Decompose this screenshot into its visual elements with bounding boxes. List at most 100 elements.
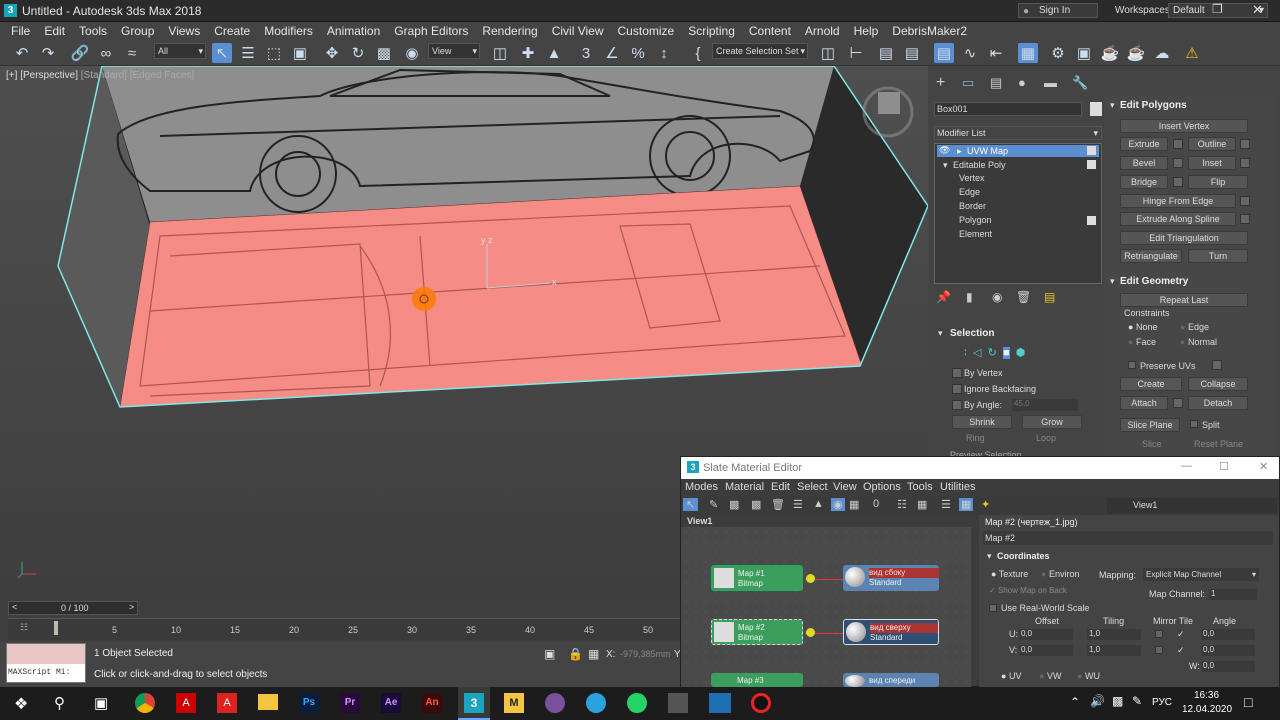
reference-coordinate-dropdown[interactable]: View ▾ (428, 43, 480, 59)
render-cloud-icon[interactable]: ☁ (1152, 43, 1172, 63)
task-view-icon[interactable]: ▣ (94, 694, 108, 712)
mapping-dropdown[interactable]: Explicit Map Channel ▾ (1143, 568, 1259, 581)
move-children-icon[interactable]: ☰ (793, 498, 803, 511)
stack-item-element[interactable]: Element (959, 229, 992, 239)
constraint-face-radio[interactable]: ● Face (1128, 337, 1156, 347)
menu-views[interactable]: Views (161, 22, 207, 40)
slate-menu-options[interactable]: Options (863, 481, 901, 493)
photoshop-icon[interactable]: Ps (299, 693, 319, 713)
warning-icon[interactable]: ⚠ (1182, 43, 1202, 63)
filter-icon[interactable]: ☷ (20, 622, 28, 633)
clock-date[interactable]: 12.04.2020 (1182, 704, 1232, 715)
menu-tools[interactable]: Tools (72, 22, 114, 40)
pick-material-icon[interactable]: ✎ (709, 498, 718, 511)
render-setup-icon[interactable]: ⚙ (1048, 43, 1068, 63)
schematic-view-icon[interactable]: ⇤ (986, 43, 1006, 63)
object-name-field[interactable]: Box001 (934, 102, 1082, 116)
move-icon[interactable]: ✥ (322, 43, 342, 63)
constraint-edge-radio[interactable]: ● Edge (1180, 322, 1209, 332)
u-tiling-spinner[interactable]: 1,0 (1087, 629, 1141, 640)
object-color-swatch[interactable] (1090, 102, 1102, 116)
create-button[interactable]: Create (1120, 377, 1182, 391)
select-tool-icon[interactable]: ↖ (683, 498, 699, 511)
menu-modifiers[interactable]: Modifiers (257, 22, 320, 40)
file-explorer-icon[interactable] (258, 694, 278, 710)
menu-debrismaker[interactable]: DebrisMaker2 (885, 22, 974, 40)
extrude-along-spline-button[interactable]: Extrude Along Spline (1120, 212, 1236, 226)
slate-menu-material[interactable]: Material (725, 481, 764, 493)
calculator-icon[interactable] (668, 693, 688, 713)
display-tab-icon[interactable]: ▬ (1044, 75, 1057, 90)
show-end-result-icon[interactable]: ▮ (966, 290, 973, 304)
extrude-spline-settings-icon[interactable] (1240, 214, 1250, 224)
modifier-list-dropdown[interactable]: Modifier List ▾ (934, 126, 1102, 140)
select-by-material-icon[interactable]: ✦ (981, 498, 990, 511)
w-angle-spinner[interactable]: 0,0 (1201, 661, 1255, 672)
tray-chevron-icon[interactable]: ⌃ (1070, 695, 1080, 709)
utilities-tab-icon[interactable]: 🔧 (1072, 75, 1088, 91)
stack-item-editable-poly[interactable]: ▾ Editable Poly (937, 159, 1099, 171)
configure-modifier-sets-icon[interactable]: ▤ (1044, 290, 1055, 304)
outline-settings-icon[interactable] (1240, 139, 1250, 149)
expand-icon[interactable]: ▸ (957, 145, 962, 157)
v-tile-checkbox[interactable]: ✓ (1177, 645, 1185, 656)
eye-icon[interactable]: 👁 (939, 144, 950, 156)
output-port-icon[interactable] (806, 574, 815, 583)
volume-icon[interactable]: 🔊 (1090, 694, 1105, 708)
by-vertex-checkbox[interactable] (952, 368, 962, 378)
attach-settings-icon[interactable] (1173, 398, 1183, 408)
preserve-uvs-checkbox[interactable] (1128, 361, 1136, 369)
ignore-backfacing-checkbox[interactable] (952, 384, 962, 394)
slate-menu-utilities[interactable]: Utilities (940, 481, 975, 493)
element-mode-icon[interactable]: ⬢ (1016, 347, 1026, 359)
vertex-mode-icon[interactable]: ∶ (964, 347, 967, 359)
sign-in-button[interactable]: ● Sign In (1018, 3, 1098, 18)
v-tiling-spinner[interactable]: 1,0 (1087, 645, 1141, 656)
next-frame-icon[interactable]: > (129, 602, 134, 612)
menu-scripting[interactable]: Scripting (681, 22, 742, 40)
parameter-editor-icon[interactable]: ▦ (959, 498, 974, 511)
render-iterative-icon[interactable]: ☕ (1126, 43, 1146, 63)
show-background-icon[interactable]: ▦ (849, 498, 859, 511)
modify-tab-icon[interactable]: ▭ (962, 75, 974, 91)
extrude-button[interactable]: Extrude (1120, 137, 1168, 151)
window-crossing-icon[interactable]: ▣ (290, 43, 310, 63)
menu-edit[interactable]: Edit (37, 22, 72, 40)
remove-modifier-icon[interactable]: 🗑 (1016, 290, 1031, 304)
material-id-icon[interactable]: 0 (873, 498, 879, 510)
curve-editor-icon[interactable]: ∿ (960, 43, 980, 63)
acrobat-icon[interactable]: A (176, 693, 196, 713)
make-unique-icon[interactable]: ◉ (992, 290, 1002, 304)
selection-lock-icon[interactable]: 🔒 (568, 647, 583, 661)
pin-stack-icon[interactable]: 📌 (936, 290, 951, 304)
edit-named-selection-icon[interactable]: { (688, 43, 708, 63)
extrude-settings-icon[interactable] (1173, 139, 1183, 149)
maximize-icon[interactable]: ❐ (1212, 2, 1223, 16)
stack-item-edge[interactable]: Edge (959, 187, 980, 197)
stack-item-border[interactable]: Border (959, 201, 986, 211)
wu-radio[interactable]: ● WU (1077, 671, 1100, 681)
after-effects-icon[interactable]: Ae (381, 693, 401, 713)
network-icon[interactable]: ▩ (1112, 694, 1123, 708)
ribbon-toggle-icon[interactable]: ▤ (934, 43, 954, 63)
slate-menu-modes[interactable]: Modes (685, 481, 718, 493)
menu-civil-view[interactable]: Civil View (545, 22, 611, 40)
minimize-icon[interactable]: — (1181, 460, 1192, 472)
selection-filter-dropdown[interactable]: All ▾ (154, 43, 206, 59)
animate-icon[interactable]: An (422, 693, 442, 713)
link-icon[interactable]: 🔗 (70, 43, 90, 63)
telegram-icon[interactable] (586, 693, 606, 713)
render-production-icon[interactable]: ☕ (1100, 43, 1120, 63)
language-indicator[interactable]: РУС (1152, 697, 1172, 708)
stack-item-uvw-map[interactable]: 👁 ▸ UVW Map (937, 145, 1099, 157)
select-object-icon[interactable]: ↖ (212, 43, 232, 63)
collapse-icon[interactable]: ▾ (943, 159, 948, 171)
collapse-button[interactable]: Collapse (1188, 377, 1248, 391)
polygon-mode-icon[interactable]: ■ (1002, 347, 1010, 359)
stack-item-vertex[interactable]: Vertex (959, 173, 985, 183)
menu-graph-editors[interactable]: Graph Editors (387, 22, 475, 40)
material-node-side[interactable]: вид сбоку Standard (843, 565, 939, 591)
place-icon[interactable]: ◉ (402, 43, 422, 63)
bind-spacewarp-icon[interactable]: ≈ (122, 43, 142, 63)
motion-tab-icon[interactable]: ● (1018, 75, 1026, 90)
